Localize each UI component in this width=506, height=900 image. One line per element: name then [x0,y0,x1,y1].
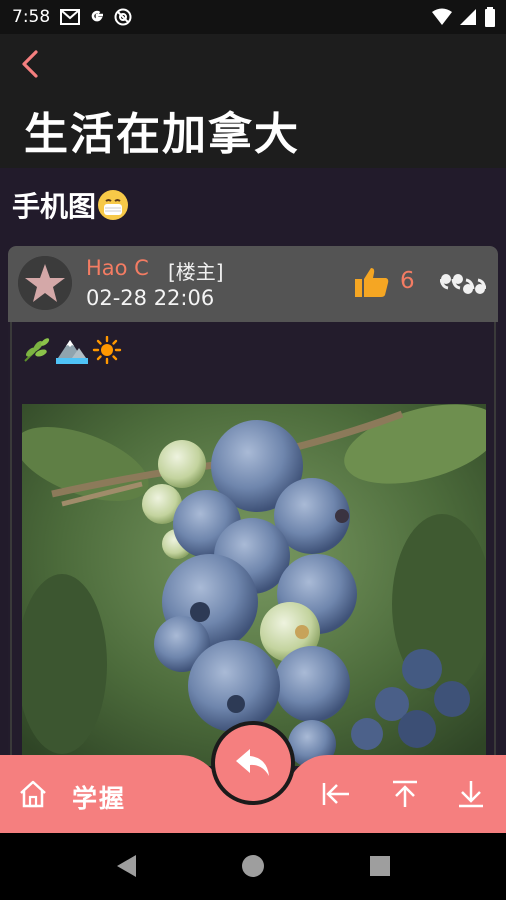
author-tag: [楼主] [168,260,224,284]
thumbs-up-icon[interactable] [354,266,390,298]
post-card: Hao C [楼主] 02-28 22:06 6 [8,246,498,766]
recents-square-icon[interactable] [368,854,392,878]
sun-emoji-icon [92,336,122,364]
like-count: 6 [400,268,415,294]
reply-icon [236,749,269,776]
jump-to-first-icon[interactable] [320,779,352,809]
wifi-icon [432,8,452,25]
topic-title-text: 手机图 [12,190,97,223]
mastery-label[interactable]: 学握 [72,779,126,815]
post-emojis [22,336,122,364]
scroll-to-top-icon[interactable] [389,779,421,809]
battery-icon [485,7,495,27]
post-time: 02-28 22:06 [86,286,215,310]
scroll-to-bottom-icon[interactable] [455,779,487,809]
google-icon [91,10,104,22]
quote-icon[interactable] [440,272,486,298]
back-button[interactable] [16,48,44,80]
home-icon[interactable] [18,779,48,809]
topic-title: 手机图 [12,185,129,225]
mask-face-emoji-icon [98,190,129,220]
mountain-emoji-icon [56,340,88,364]
status-bar: 7:58 [0,0,506,34]
signal-icon [460,9,476,25]
home-circle-icon[interactable] [240,853,266,879]
herb-emoji-icon [24,338,50,362]
star-avatar-icon [18,256,72,310]
reply-button[interactable] [215,725,291,801]
status-time: 7:58 [12,7,51,27]
bottom-action-bar: 学握 [0,721,506,833]
post-header: Hao C [楼主] 02-28 22:06 6 [8,246,498,322]
do-not-disturb-icon [114,8,132,26]
blueberries-image [22,404,486,766]
app-header: 生活在加拿大 [0,34,506,168]
author-name[interactable]: Hao C [86,256,149,280]
post-photo-blueberries[interactable] [22,404,486,766]
gmail-icon [60,9,81,25]
system-navigation-bar [0,833,506,900]
page-title: 生活在加拿大 [24,109,300,160]
avatar[interactable] [18,256,72,310]
back-triangle-icon[interactable] [114,853,138,879]
